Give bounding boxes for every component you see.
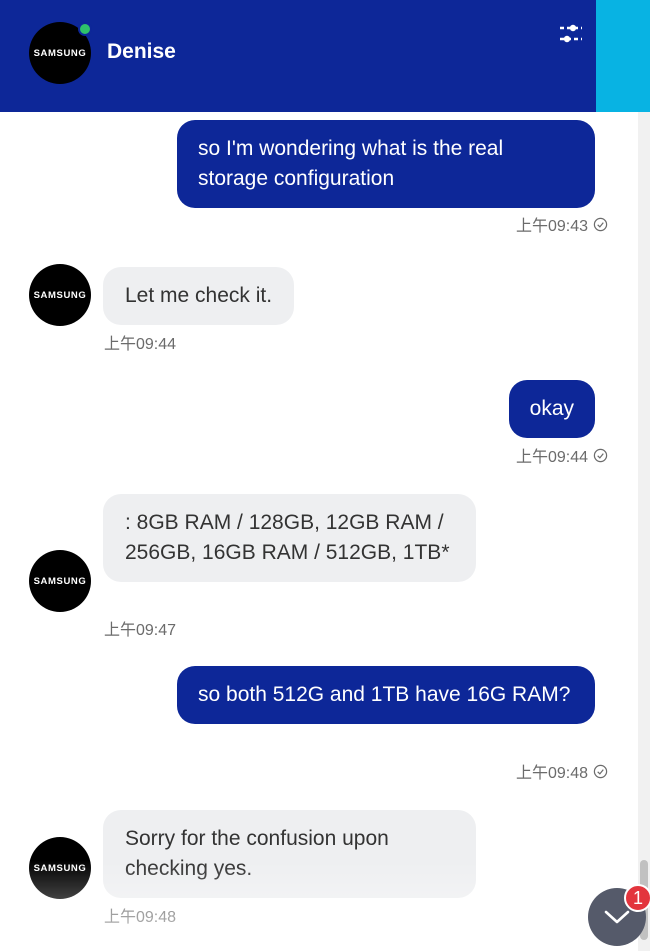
agent-avatar: SAMSUNG (29, 264, 91, 326)
user-message-bubble: so I'm wondering what is the real storag… (177, 120, 595, 208)
scrollbar[interactable] (638, 112, 650, 951)
chat-header: SAMSUNG Denise (0, 0, 650, 112)
user-message-bubble: so both 512G and 1TB have 16G RAM? (177, 666, 595, 724)
message-timestamp: 上午09:48 (516, 759, 608, 783)
read-check-icon (593, 217, 608, 231)
agent-message-bubble: : 8GB RAM / 128GB, 12GB RAM / 256GB, 16G… (103, 494, 476, 582)
agent-name: Denise (107, 40, 176, 63)
message-timestamp: 上午09:43 (516, 212, 608, 236)
read-check-icon (593, 448, 608, 462)
agent-message-bubble: Let me check it. (103, 267, 295, 325)
read-check-icon (593, 764, 608, 778)
agent-avatar: SAMSUNG (29, 837, 91, 899)
timestamp-text: 上午09:44 (515, 449, 588, 466)
agent-avatar: SAMSUNG (29, 550, 91, 612)
unread-count-badge: 1 (624, 884, 650, 912)
message-timestamp: 上午09:44 (516, 443, 608, 467)
message-timestamp: 上午09:44 (104, 336, 177, 353)
timestamp-text: 上午09:48 (515, 765, 588, 782)
timestamp-text: 上午09:43 (515, 218, 588, 235)
chevron-down-icon (604, 910, 630, 924)
user-message-bubble: okay (508, 380, 595, 438)
sliders-icon[interactable] (556, 22, 586, 46)
agent-message-bubble: Sorry for the confusion upon checking ye… (103, 810, 476, 898)
chat-message-list[interactable]: so I'm wondering what is the real storag… (0, 112, 638, 951)
online-status-indicator (78, 22, 92, 36)
header-accent-strip (596, 0, 650, 112)
message-timestamp: 上午09:47 (104, 622, 177, 639)
message-timestamp: 上午09:48 (104, 909, 177, 926)
